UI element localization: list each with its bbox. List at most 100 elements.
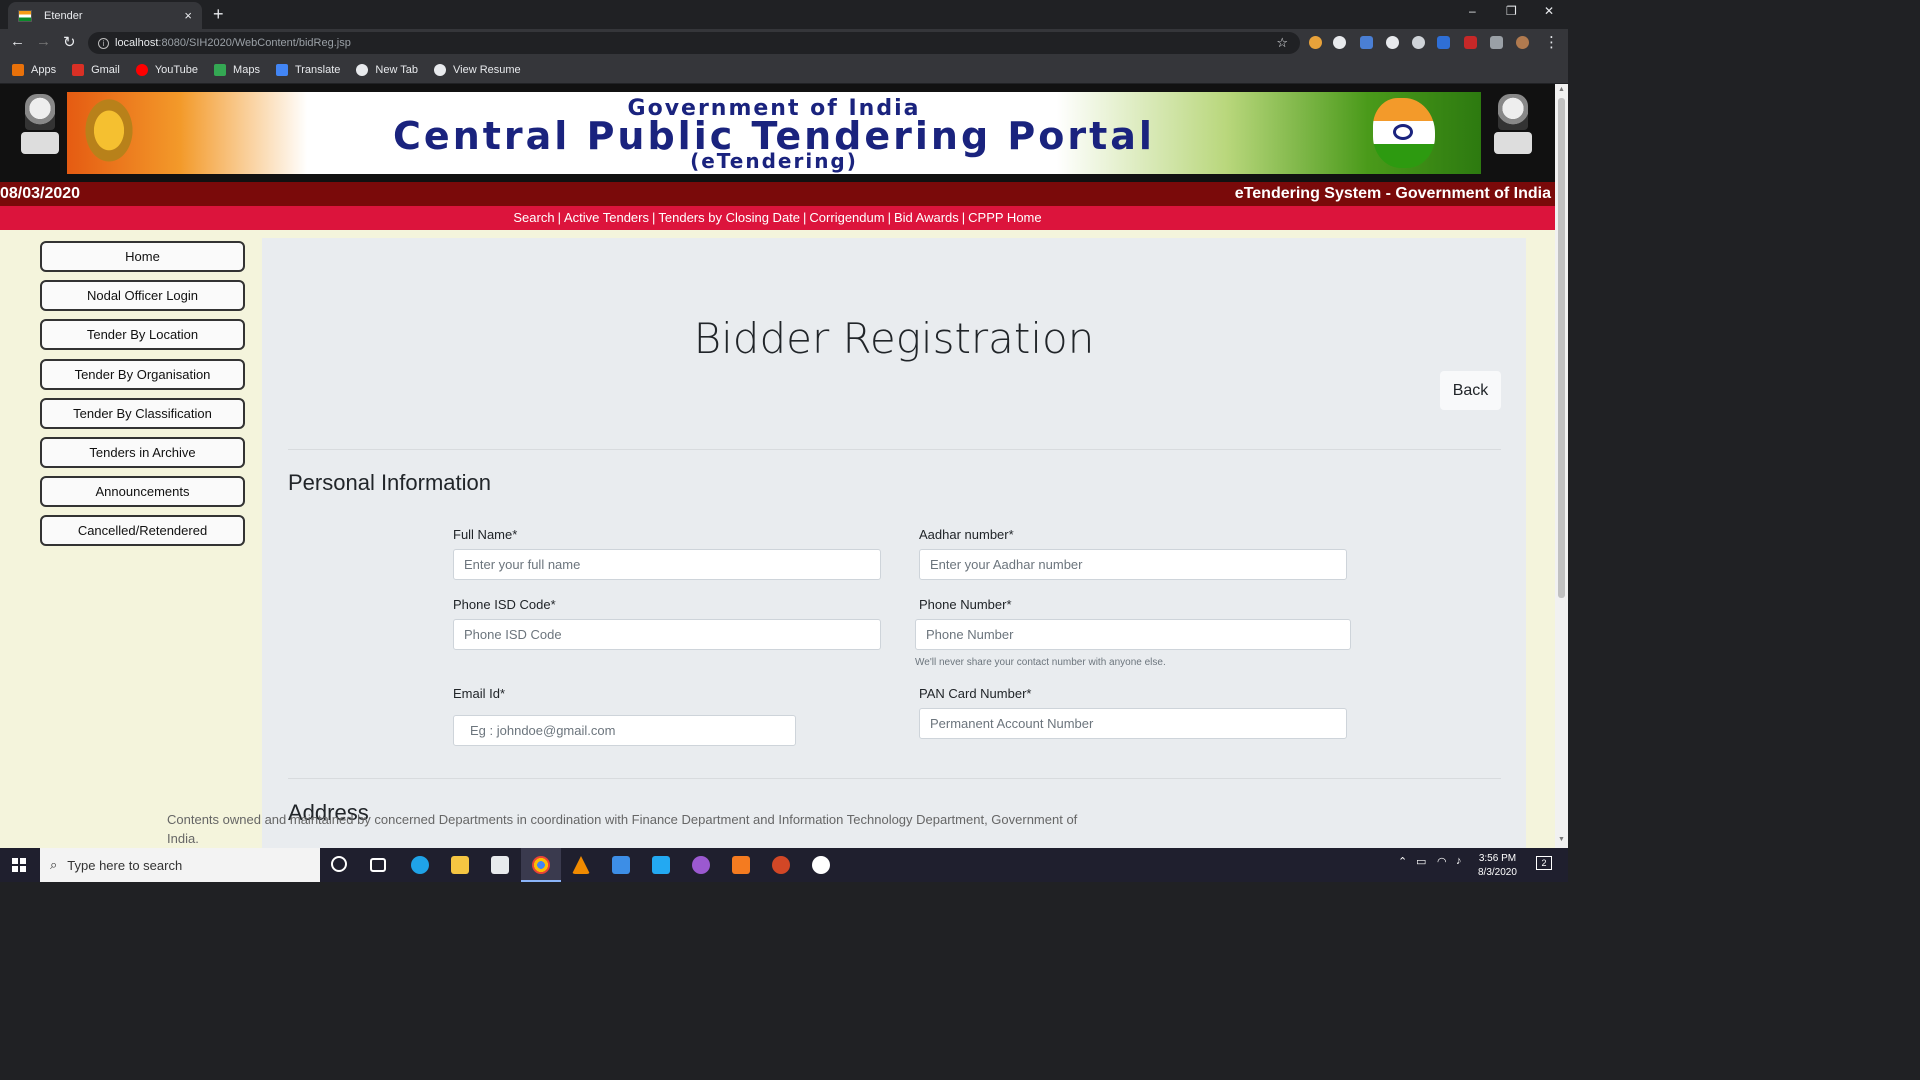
sidebar-nav: Home Nodal Officer Login Tender By Locat… xyxy=(40,241,245,555)
app-icon[interactable] xyxy=(812,856,830,874)
national-emblem-icon xyxy=(1488,94,1538,160)
restore-button[interactable]: ❐ xyxy=(1506,4,1517,18)
globe-icon xyxy=(356,64,369,76)
battery-icon[interactable]: ▭ xyxy=(1416,855,1426,868)
full-name-input[interactable] xyxy=(453,549,881,580)
update-extension-icon[interactable] xyxy=(1437,36,1450,49)
adblock-icon[interactable] xyxy=(1464,36,1477,49)
globe-icon xyxy=(434,64,447,76)
vscode-icon[interactable] xyxy=(652,856,670,874)
extension-icon[interactable] xyxy=(1386,36,1399,49)
sidebar-item-announcements[interactable]: Announcements xyxy=(40,476,245,508)
app-icon[interactable] xyxy=(692,856,710,874)
bookmark-view-resume[interactable]: View Resume xyxy=(434,64,521,76)
sidebar-item-tenders-in-archive[interactable]: Tenders in Archive xyxy=(40,436,245,468)
sidebar-item-nodal-officer-login[interactable]: Nodal Officer Login xyxy=(40,280,245,312)
section-title-personal: Personal Information xyxy=(288,470,491,495)
isd-code-input[interactable] xyxy=(453,619,881,650)
new-tab-button[interactable]: + xyxy=(213,4,224,25)
task-view-icon[interactable] xyxy=(370,858,386,872)
page-scrollbar[interactable]: ▲ ▼ xyxy=(1555,84,1568,848)
link-bid-awards[interactable]: Bid Awards xyxy=(894,210,959,225)
tab-close-icon[interactable]: × xyxy=(184,8,192,23)
link-active-tenders[interactable]: Active Tenders xyxy=(564,210,649,225)
profile-avatar[interactable] xyxy=(1516,36,1529,49)
email-input[interactable] xyxy=(453,715,796,746)
taskbar-search-placeholder: Type here to search xyxy=(67,857,183,873)
store-icon[interactable] xyxy=(491,856,509,874)
vlc-icon[interactable] xyxy=(572,856,590,874)
translate-extension-icon[interactable] xyxy=(1360,36,1373,49)
scrollbar-thumb[interactable] xyxy=(1558,98,1565,598)
phone-number-input[interactable] xyxy=(915,619,1351,650)
portal-banner: Government of India Central Public Tende… xyxy=(0,84,1555,182)
pan-label: PAN Card Number* xyxy=(919,686,1032,701)
link-cppp-home[interactable]: CPPP Home xyxy=(968,210,1041,225)
edge-icon[interactable] xyxy=(411,856,429,874)
powerpoint-icon[interactable] xyxy=(772,856,790,874)
cppp-banner-image: Government of India Central Public Tende… xyxy=(67,92,1481,174)
reload-icon[interactable]: ↻ xyxy=(63,33,76,51)
sidebar-item-cancelled-retendered[interactable]: Cancelled/Retendered xyxy=(40,515,245,547)
system-clock[interactable]: 3:56 PM 8/3/2020 xyxy=(1478,852,1517,880)
divider xyxy=(288,449,1501,450)
back-button[interactable]: Back xyxy=(1440,371,1501,410)
xampp-icon[interactable] xyxy=(732,856,750,874)
tray-chevron-icon[interactable]: ⌃ xyxy=(1398,855,1407,868)
windows-taskbar: ⌕ Type here to search ⌃ ▭ ◠ ♪ 3:56 PM 8/… xyxy=(0,848,1568,882)
volume-icon[interactable]: ♪ xyxy=(1456,855,1462,867)
scroll-up-icon[interactable]: ▲ xyxy=(1558,86,1565,93)
mail-icon[interactable] xyxy=(612,856,630,874)
clock-time: 3:56 PM xyxy=(1478,853,1517,864)
divider xyxy=(288,778,1501,779)
sidebar-item-tender-by-location[interactable]: Tender By Location xyxy=(40,319,245,351)
close-window-button[interactable]: ✕ xyxy=(1544,4,1554,18)
back-arrow-icon[interactable]: ← xyxy=(10,33,25,50)
browser-toolbar: ← → ↻ i localhost:8080/SIH2020/WebConten… xyxy=(0,29,1568,57)
system-title: eTendering System - Government of India xyxy=(1234,185,1551,202)
chrome-menu-icon[interactable]: ⋮ xyxy=(1544,33,1559,51)
bookmark-gmail[interactable]: Gmail xyxy=(72,64,120,76)
sidebar-item-tender-by-organisation[interactable]: Tender By Organisation xyxy=(40,358,245,390)
youtube-icon xyxy=(135,64,148,76)
wifi-icon[interactable]: ◠ xyxy=(1437,855,1447,868)
link-corrigendum[interactable]: Corrigendum xyxy=(809,210,884,225)
sidebar-item-home[interactable]: Home xyxy=(40,241,245,272)
bookmark-youtube[interactable]: YouTube xyxy=(135,64,198,76)
address-bar[interactable]: i localhost:8080/SIH2020/WebContent/bidR… xyxy=(88,32,1300,54)
taskbar-search-box[interactable]: ⌕ Type here to search xyxy=(40,848,320,882)
pan-input[interactable] xyxy=(919,708,1347,739)
bookmark-star-icon[interactable]: ☆ xyxy=(1276,35,1288,51)
scroll-down-icon[interactable]: ▼ xyxy=(1558,836,1565,843)
link-tenders-by-closing-date[interactable]: Tenders by Closing Date xyxy=(658,210,800,225)
bookmark-new-tab[interactable]: New Tab xyxy=(356,64,418,76)
notification-icon[interactable]: 2 xyxy=(1536,856,1552,870)
sidebar-item-tender-by-classification[interactable]: Tender By Classification xyxy=(40,397,245,429)
email-label: Email Id* xyxy=(453,686,506,701)
bookmarks-bar: Apps Gmail YouTube Maps Translate New Ta… xyxy=(0,57,1568,83)
bookmark-apps[interactable]: Apps xyxy=(12,64,56,76)
bookmark-maps[interactable]: Maps xyxy=(214,64,260,76)
aadhar-input[interactable] xyxy=(919,549,1347,580)
date-bar: 08/03/2020 eTendering System - Governmen… xyxy=(0,182,1555,206)
extension-icon[interactable] xyxy=(1412,36,1425,49)
registration-panel: Bidder Registration Back Personal Inform… xyxy=(262,238,1526,848)
link-search[interactable]: Search xyxy=(513,210,554,225)
extension-icon[interactable] xyxy=(1309,36,1322,49)
url-text: localhost:8080/SIH2020/WebContent/bidReg… xyxy=(115,37,351,49)
forward-arrow-icon[interactable]: → xyxy=(36,33,51,50)
site-favicon-icon xyxy=(18,9,32,22)
minimize-button[interactable]: – xyxy=(1469,4,1476,18)
gmail-icon xyxy=(72,64,85,76)
extension-icon[interactable] xyxy=(1333,36,1346,49)
site-info-icon[interactable]: i xyxy=(98,37,109,49)
windows-start-icon[interactable] xyxy=(12,858,26,872)
file-explorer-icon[interactable] xyxy=(451,856,469,874)
puzzle-extensions-icon[interactable] xyxy=(1490,36,1503,49)
bookmark-translate[interactable]: Translate xyxy=(275,64,340,76)
chrome-icon[interactable] xyxy=(532,856,550,874)
phone-number-label: Phone Number* xyxy=(919,597,1012,612)
web-page: Government of India Central Public Tende… xyxy=(0,84,1555,848)
browser-tab[interactable]: Etender × xyxy=(8,2,202,29)
cortana-icon[interactable] xyxy=(331,856,347,872)
